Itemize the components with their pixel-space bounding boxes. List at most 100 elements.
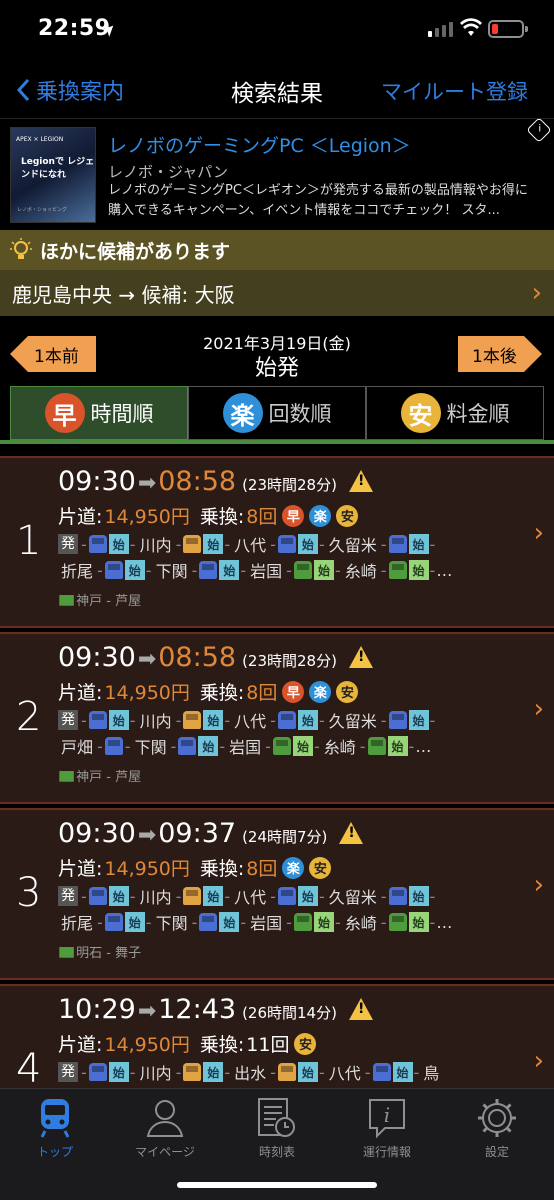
train-icon <box>88 887 107 905</box>
train-icon <box>104 913 123 931</box>
departure-marker: 発 <box>58 534 78 554</box>
my-route-register-button[interactable]: マイルート登録 <box>381 76 528 106</box>
station-name: 川内 <box>139 888 172 907</box>
transfer-count: 8回 <box>246 506 278 528</box>
fare-amount: 14,950円 <box>104 506 190 528</box>
section-label: 神戸 - 芦屋 <box>76 770 142 785</box>
departure-time: 09:30 <box>58 642 136 673</box>
ad-description: レノボのゲーミングPC＜レギオン＞が発売する最新の製品情報やお得に購入できるキャ… <box>108 183 528 218</box>
station-name: 八代 <box>234 536 267 555</box>
tab-label: 料金順 <box>446 402 510 426</box>
tab-settings[interactable]: 設定 <box>442 1095 552 1160</box>
candidate-route-row[interactable]: 鹿児島中央 → 候補: 大阪 › <box>0 270 554 316</box>
chevron-right-icon: › <box>533 518 544 548</box>
tab-fare-order[interactable]: 安 料金順 <box>366 386 544 440</box>
first-station-badge: 始 <box>392 1062 413 1082</box>
person-icon <box>110 1095 220 1141</box>
route-item[interactable]: 4 10:29 ➡ 12:43 (26時間14分) ! 片道: 14,950円 … <box>0 984 554 1088</box>
train-icon <box>0 1095 110 1141</box>
first-station-badge: 始 <box>108 886 129 906</box>
route-line-2: 折尾 -始- 下関 -始- 岩国 -始- 糸崎 -始- … <box>58 910 452 934</box>
tab-top[interactable]: トップ <box>0 1095 110 1160</box>
fare-info: 片道: 14,950円 乗換: 11回 安 <box>58 1030 317 1057</box>
transfer-count: 8回 <box>246 858 278 880</box>
transfer-label: 乗換: <box>199 682 245 704</box>
cheap-badge-icon: 安 <box>294 1032 317 1055</box>
first-station-badge: 始 <box>408 560 429 580</box>
fare-info: 片道: 14,950円 乗換: 8回 早 楽 安 <box>58 678 359 705</box>
first-station-badge: 始 <box>292 736 313 756</box>
tab-timetable[interactable]: 時刻表 <box>222 1095 332 1160</box>
train-icon <box>293 561 312 579</box>
ad-banner[interactable]: APEX × LEGION Legionで レジェンドになれ レノボ・ショッピン… <box>0 117 554 230</box>
first-station-badge: 始 <box>297 534 318 554</box>
train-icon <box>199 561 218 579</box>
train-icon <box>388 561 407 579</box>
route-line-1: 発 -始- 川内 -始- 八代 -始- 久留米 -始- <box>58 532 436 556</box>
candidate-route-label: 鹿児島中央 → 候補: 大阪 <box>12 282 235 307</box>
train-icon <box>104 737 123 755</box>
tab-label: 時間順 <box>90 402 154 426</box>
station-name: 八代 <box>328 1064 361 1083</box>
route-list: 1 09:30 ➡ 08:58 (23時間28分) ! 片道: 14,950円 … <box>0 456 554 1088</box>
station-name: 川内 <box>139 712 172 731</box>
warning-icon: ! <box>348 998 373 1020</box>
train-icon <box>178 737 197 755</box>
station-name: 久留米 <box>328 536 377 555</box>
first-station-badge: 始 <box>124 912 145 932</box>
first-station-badge: 始 <box>408 912 429 932</box>
ad-title[interactable]: レノボのゲーミングPC ＜Legion＞ <box>108 131 411 158</box>
departure-time: 10:29 <box>58 994 136 1025</box>
chevron-right-icon: › <box>533 870 544 900</box>
fare-info: 片道: 14,950円 乗換: 8回 早 楽 安 <box>58 502 359 529</box>
transfer-label: 乗換: <box>199 858 245 880</box>
candidate-header: ほかに候補があります <box>0 230 554 270</box>
timetable-icon <box>222 1095 332 1141</box>
train-icon <box>277 1063 296 1081</box>
people-icon: ▮▮▮ <box>58 591 75 608</box>
route-line-1: 発 -始- 川内 -始- 八代 -始- 久留米 -始- <box>58 708 436 732</box>
train-icon <box>183 1063 202 1081</box>
train-icon <box>277 711 296 729</box>
duration: (24時間7分) <box>242 828 328 846</box>
first-station-badge: 始 <box>313 560 334 580</box>
platform-info: ▮▮▮ 明石 - 舞子 <box>58 942 141 962</box>
tab-time-order[interactable]: 早 時間順 <box>10 386 188 440</box>
departure-marker: 発 <box>58 886 78 906</box>
first-station-badge: 始 <box>203 534 224 554</box>
duration: (23時間28分) <box>242 652 337 670</box>
warning-icon: ! <box>348 646 373 668</box>
tab-transfer-order[interactable]: 楽 回数順 <box>188 386 366 440</box>
departure-marker: 発 <box>58 710 78 730</box>
station-name: 川内 <box>139 1064 172 1083</box>
fast-badge-icon: 早 <box>282 680 305 703</box>
transfer-count: 11回 <box>246 1034 290 1056</box>
transfer-label: 乗換: <box>199 1034 245 1056</box>
info-bubble-icon: i <box>332 1095 442 1141</box>
station-name: 糸崎 <box>344 914 377 933</box>
route-number: 3 <box>16 870 42 916</box>
ad-info-icon[interactable]: i <box>526 117 552 143</box>
tab-label: 回数順 <box>268 402 332 426</box>
platform-info: ▮▮▮ 神戸 - 芦屋 <box>58 590 141 610</box>
station-name: 戸畑 <box>61 738 94 757</box>
tab-my-page[interactable]: マイページ <box>110 1095 220 1160</box>
date-bar: 1本前 2021年3月19日(金) 始発 1本後 <box>0 326 554 382</box>
status-bar: 22:59 ➤ <box>0 0 554 60</box>
tab-service-info[interactable]: i 運行情報 <box>332 1095 442 1160</box>
train-icon <box>388 913 407 931</box>
station-name: 川内 <box>139 536 172 555</box>
station-name: 折尾 <box>61 562 94 581</box>
ad-image[interactable]: APEX × LEGION Legionで レジェンドになれ レノボ・ショッピン… <box>10 127 96 223</box>
first-station-badge: 始 <box>203 886 224 906</box>
route-times: 09:30 ➡ 08:58 (23時間28分) ! <box>58 466 373 497</box>
people-icon: ▮▮▮ <box>58 943 75 960</box>
navigation-bar: 乗換案内 検索結果 マイルート登録 <box>0 60 554 118</box>
arrow-right-icon: ➡ <box>137 999 157 1024</box>
route-item[interactable]: 1 09:30 ➡ 08:58 (23時間28分) ! 片道: 14,950円 … <box>0 456 554 628</box>
route-item[interactable]: 3 09:30 ➡ 09:37 (24時間7分) ! 片道: 14,950円 乗… <box>0 808 554 980</box>
route-item[interactable]: 2 09:30 ➡ 08:58 (23時間28分) ! 片道: 14,950円 … <box>0 632 554 804</box>
fare-amount: 14,950円 <box>104 1034 190 1056</box>
departure-marker: 発 <box>58 1062 78 1082</box>
first-station-badge: 始 <box>297 886 318 906</box>
